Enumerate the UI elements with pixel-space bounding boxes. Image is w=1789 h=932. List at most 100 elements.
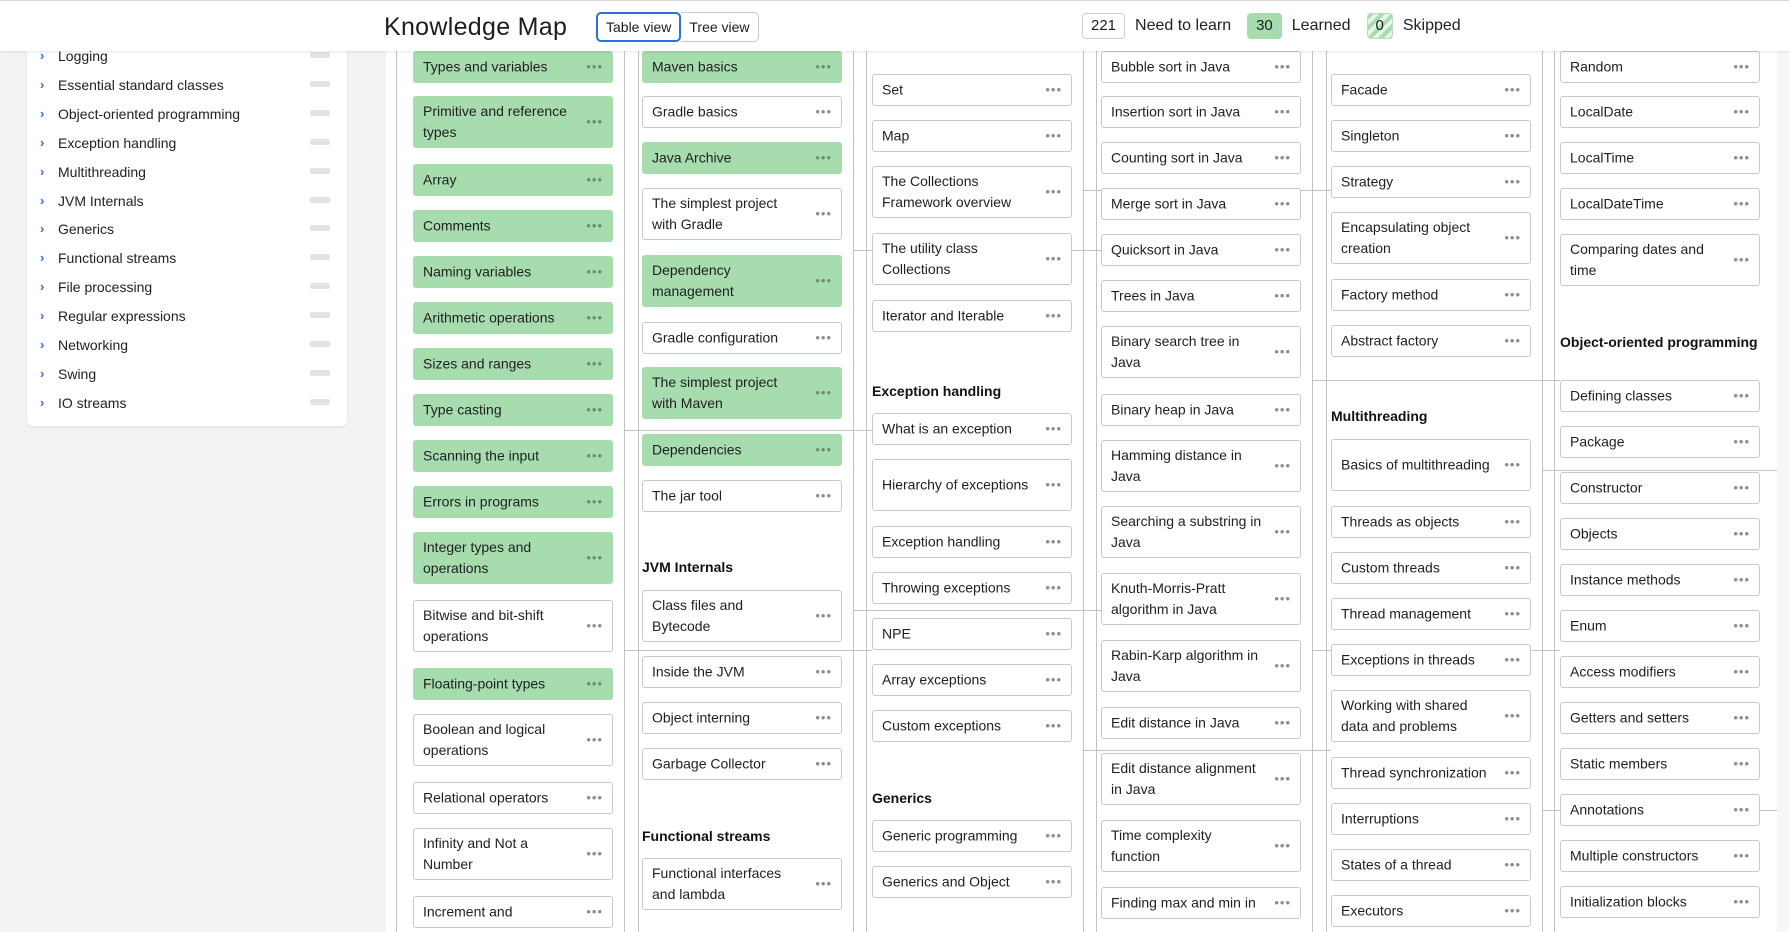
more-options-icon[interactable]: ••• <box>1733 803 1750 816</box>
topic-card[interactable]: Object interning ••• <box>642 702 842 734</box>
more-options-icon[interactable]: ••• <box>815 105 832 118</box>
topic-card[interactable]: Package ••• <box>1560 426 1760 458</box>
more-options-icon[interactable]: ••• <box>1733 435 1750 448</box>
more-options-icon[interactable]: ••• <box>1274 772 1291 785</box>
more-options-icon[interactable]: ••• <box>1733 895 1750 908</box>
more-options-icon[interactable]: ••• <box>586 619 603 632</box>
more-options-icon[interactable]: ••• <box>1045 673 1062 686</box>
more-options-icon[interactable]: ••• <box>586 677 603 690</box>
more-options-icon[interactable]: ••• <box>586 551 603 564</box>
topic-card[interactable]: Instance methods ••• <box>1560 564 1760 596</box>
topic-card[interactable]: Basics of multithreading ••• <box>1331 439 1531 491</box>
more-options-icon[interactable]: ••• <box>1733 105 1750 118</box>
topic-card[interactable]: Interruptions ••• <box>1331 803 1531 835</box>
topic-card[interactable]: Random ••• <box>1560 51 1760 83</box>
topic-card[interactable]: Executors ••• <box>1331 895 1531 927</box>
sidebar-item[interactable]: › File processing <box>27 275 347 299</box>
more-options-icon[interactable]: ••• <box>815 711 832 724</box>
more-options-icon[interactable]: ••• <box>1274 459 1291 472</box>
topic-card[interactable]: Insertion sort in Java ••• <box>1101 96 1301 128</box>
topic-card[interactable]: Scanning the input ••• <box>413 440 613 472</box>
sidebar-item[interactable]: › Essential standard classes <box>27 73 347 97</box>
more-options-icon[interactable]: ••• <box>1045 309 1062 322</box>
sidebar-item[interactable]: › JVM Internals <box>27 189 347 213</box>
more-options-icon[interactable]: ••• <box>1045 478 1062 491</box>
sidebar-item[interactable]: › Multithreading <box>27 160 347 184</box>
more-options-icon[interactable]: ••• <box>586 219 603 232</box>
sidebar-item[interactable]: › Object-oriented programming <box>27 102 347 126</box>
sidebar-item[interactable]: › Generics <box>27 217 347 241</box>
more-options-icon[interactable]: ••• <box>1504 515 1521 528</box>
more-options-icon[interactable]: ••• <box>586 357 603 370</box>
topic-card[interactable]: Constructor ••• <box>1560 472 1760 504</box>
topic-card[interactable]: The jar tool ••• <box>642 480 842 512</box>
more-options-icon[interactable]: ••• <box>1733 665 1750 678</box>
topic-card[interactable]: Hierarchy of exceptions ••• <box>872 459 1072 511</box>
more-options-icon[interactable]: ••• <box>1733 849 1750 862</box>
more-options-icon[interactable]: ••• <box>1733 151 1750 164</box>
topic-card[interactable]: Objects ••• <box>1560 518 1760 550</box>
topic-card[interactable]: Java Archive ••• <box>642 142 842 174</box>
topic-card[interactable]: Facade ••• <box>1331 74 1531 106</box>
tree-view-button[interactable]: Tree view <box>681 12 759 42</box>
more-options-icon[interactable]: ••• <box>815 757 832 770</box>
more-options-icon[interactable]: ••• <box>1274 345 1291 358</box>
sidebar-item[interactable]: › Regular expressions <box>27 304 347 328</box>
topic-card[interactable]: Inside the JVM ••• <box>642 656 842 688</box>
more-options-icon[interactable]: ••• <box>1045 83 1062 96</box>
topic-card[interactable]: Edit distance alignment in Java ••• <box>1101 753 1301 805</box>
topic-card[interactable]: Singleton ••• <box>1331 120 1531 152</box>
topic-card[interactable]: Access modifiers ••• <box>1560 656 1760 688</box>
more-options-icon[interactable]: ••• <box>815 60 832 73</box>
more-options-icon[interactable]: ••• <box>1504 175 1521 188</box>
more-options-icon[interactable]: ••• <box>1733 527 1750 540</box>
topic-card[interactable]: Abstract factory ••• <box>1331 325 1531 357</box>
more-options-icon[interactable]: ••• <box>815 151 832 164</box>
more-options-icon[interactable]: ••• <box>1504 458 1521 471</box>
more-options-icon[interactable]: ••• <box>815 489 832 502</box>
topic-card[interactable]: Naming variables ••• <box>413 256 613 288</box>
topic-card[interactable]: Working with shared data and problems ••• <box>1331 690 1531 742</box>
topic-card[interactable]: NPE ••• <box>872 618 1072 650</box>
more-options-icon[interactable]: ••• <box>1504 288 1521 301</box>
more-options-icon[interactable]: ••• <box>1045 581 1062 594</box>
topic-card[interactable]: Rabin-Karp algorithm in Java ••• <box>1101 640 1301 692</box>
topic-card[interactable]: Iterator and Iterable ••• <box>872 300 1072 332</box>
more-options-icon[interactable]: ••• <box>1274 839 1291 852</box>
more-options-icon[interactable]: ••• <box>1504 858 1521 871</box>
topic-card[interactable]: Class files and Bytecode ••• <box>642 590 842 642</box>
more-options-icon[interactable]: ••• <box>1504 334 1521 347</box>
more-options-icon[interactable]: ••• <box>1504 83 1521 96</box>
more-options-icon[interactable]: ••• <box>1274 592 1291 605</box>
topic-card[interactable]: Encapsulating object creation ••• <box>1331 212 1531 264</box>
more-options-icon[interactable]: ••• <box>1045 185 1062 198</box>
more-options-icon[interactable]: ••• <box>1733 253 1750 266</box>
topic-card[interactable]: Merge sort in Java ••• <box>1101 188 1301 220</box>
more-options-icon[interactable]: ••• <box>586 733 603 746</box>
topic-card[interactable]: Edit distance in Java ••• <box>1101 707 1301 739</box>
more-options-icon[interactable]: ••• <box>586 115 603 128</box>
more-options-icon[interactable]: ••• <box>1733 619 1750 632</box>
topic-card[interactable]: Strategy ••• <box>1331 166 1531 198</box>
topic-card[interactable]: Annotations ••• <box>1560 794 1760 826</box>
topic-card[interactable]: Multiple constructors ••• <box>1560 840 1760 872</box>
more-options-icon[interactable]: ••• <box>1504 129 1521 142</box>
more-options-icon[interactable]: ••• <box>586 173 603 186</box>
topic-card[interactable]: Integer types and operations ••• <box>413 532 613 584</box>
topic-card[interactable]: Increment and ••• <box>413 896 613 928</box>
more-options-icon[interactable]: ••• <box>1733 573 1750 586</box>
more-options-icon[interactable]: ••• <box>1045 535 1062 548</box>
sidebar-item[interactable]: › IO streams <box>27 391 347 415</box>
topic-card[interactable]: Dependency management ••• <box>642 255 842 307</box>
more-options-icon[interactable]: ••• <box>1274 289 1291 302</box>
topic-card[interactable]: Custom threads ••• <box>1331 552 1531 584</box>
more-options-icon[interactable]: ••• <box>1504 766 1521 779</box>
more-options-icon[interactable]: ••• <box>1733 757 1750 770</box>
more-options-icon[interactable]: ••• <box>586 495 603 508</box>
sidebar-item[interactable]: › Exception handling <box>27 131 347 155</box>
topic-card[interactable]: The simplest project with Maven ••• <box>642 367 842 419</box>
topic-card[interactable]: Sizes and ranges ••• <box>413 348 613 380</box>
more-options-icon[interactable]: ••• <box>1274 896 1291 909</box>
topic-card[interactable]: Finding max and min in ••• <box>1101 887 1301 919</box>
more-options-icon[interactable]: ••• <box>586 449 603 462</box>
